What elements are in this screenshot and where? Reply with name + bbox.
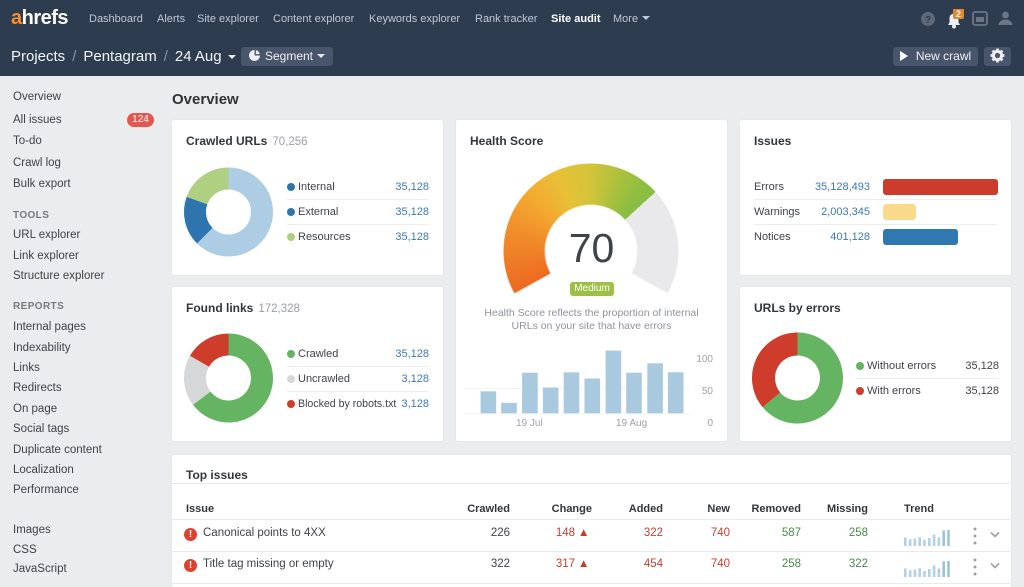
svg-text:?: ? xyxy=(925,15,931,26)
svg-text:2: 2 xyxy=(956,9,961,19)
